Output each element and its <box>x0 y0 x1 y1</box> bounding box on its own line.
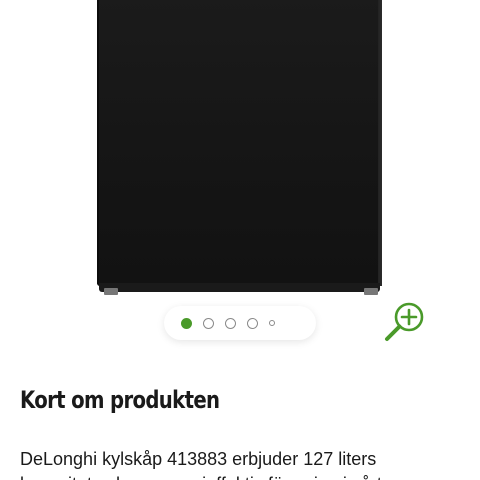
carousel-dot-2[interactable] <box>203 317 214 329</box>
product-description: DeLonghi kylskåp 413883 erbjuder 127 lit… <box>20 447 460 480</box>
fridge-base <box>99 283 380 292</box>
product-image[interactable] <box>0 0 480 310</box>
fridge-foot-right <box>364 288 378 295</box>
description-line-1: DeLonghi kylskåp 413883 erbjuder 127 lit… <box>20 449 377 469</box>
product-page: Kort om produkten DeLonghi kylskåp 41388… <box>0 0 480 480</box>
carousel-dot-5[interactable] <box>269 320 275 326</box>
carousel-dot-3[interactable] <box>225 317 236 329</box>
fridge-body <box>97 0 382 286</box>
zoom-button[interactable] <box>383 298 429 344</box>
carousel-dot-4[interactable] <box>247 317 258 329</box>
fridge-foot-left <box>104 288 118 295</box>
carousel-dot-1[interactable] <box>181 317 192 329</box>
section-title: Kort om produkten <box>20 386 220 414</box>
zoom-in-icon <box>385 302 424 341</box>
fridge-edge <box>378 0 382 286</box>
description-line-2: kapacitet och en energieffektiv förvarin… <box>20 472 460 480</box>
carousel-pagination <box>164 306 316 340</box>
